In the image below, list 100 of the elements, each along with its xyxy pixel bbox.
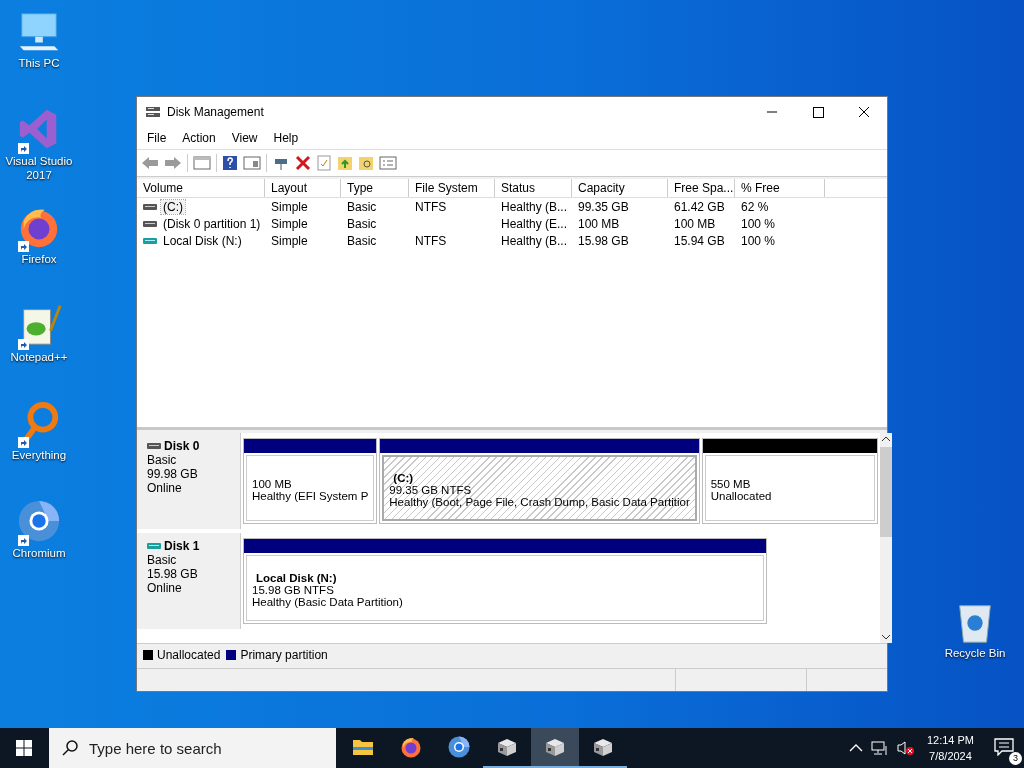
table-cell: Simple xyxy=(271,199,308,214)
menu-item[interactable]: File xyxy=(139,131,175,145)
taskbar-button[interactable] xyxy=(531,728,579,768)
network-icon[interactable] xyxy=(870,740,889,756)
icon-label: This PC xyxy=(18,56,60,70)
icon-label: Notepad++ xyxy=(10,350,68,364)
menu-item[interactable]: Action xyxy=(174,131,224,145)
table-cell: NTFS xyxy=(415,233,447,248)
menu-item[interactable]: Help xyxy=(265,131,307,145)
icon-label: Visual Studio 2017 xyxy=(4,154,74,182)
partition-block[interactable]: 550 MB Unallocated xyxy=(701,438,878,524)
checklist-icon[interactable] xyxy=(316,155,332,171)
forward-arrow-icon[interactable] xyxy=(164,155,182,171)
disk-info-panel[interactable]: Disk 0 Basic 99.98 GB Online xyxy=(137,433,241,529)
table-cell[interactable]: Local Disk (N:) xyxy=(161,233,244,248)
icon-label: Recycle Bin xyxy=(944,646,1006,660)
icon-label: Firefox xyxy=(21,252,57,266)
disk-name: Disk 1 xyxy=(164,539,200,553)
table-cell: Simple xyxy=(271,233,308,248)
partition-detail: 15.98 GB NTFS xyxy=(252,583,334,596)
partition-detail: 550 MB xyxy=(710,477,752,490)
table-cell: 100 MB xyxy=(578,216,620,231)
disk-status: Online xyxy=(147,581,183,595)
icon-label: Chromium xyxy=(12,546,66,560)
search-field[interactable]: Type here to search xyxy=(49,728,336,768)
notification-icon[interactable] xyxy=(994,737,1014,756)
drive-icon xyxy=(143,237,157,244)
table-cell: Healthy (E... xyxy=(501,216,568,231)
column-header[interactable]: Status xyxy=(495,179,572,197)
fox-globe-icon xyxy=(399,735,423,759)
column-header[interactable]: Free Spa... xyxy=(668,179,735,197)
drive-icon xyxy=(147,443,161,449)
column-header[interactable]: Type xyxy=(341,179,409,197)
window-pane-icon[interactable] xyxy=(243,155,261,171)
table-cell[interactable]: (C:) xyxy=(161,199,185,214)
partition-block[interactable]: (C:) 99.35 GB NTFS Healthy (Boot, Page File, Crash Dump, Basic Data Partitior xyxy=(379,438,700,524)
scroll-up-icon[interactable] xyxy=(880,435,891,443)
drive-icon xyxy=(147,543,161,549)
disk-type: Basic xyxy=(147,453,178,467)
table-cell: 15.98 GB xyxy=(578,233,629,248)
legend-label: Primary partition xyxy=(240,648,328,662)
chromium-icon xyxy=(16,498,62,544)
table-cell: Basic xyxy=(347,233,377,248)
desktop-icon[interactable]: Notepad++ xyxy=(0,302,78,394)
disk-drive-icon xyxy=(145,105,161,119)
chromium-icon xyxy=(447,735,471,759)
table-cell: 100 % xyxy=(741,233,776,248)
partition-detail: Healthy (EFI System P xyxy=(252,489,369,502)
column-header[interactable]: % Free xyxy=(735,179,825,197)
back-arrow-icon[interactable] xyxy=(141,155,159,171)
partition-detail: Healthy (Boot, Page File, Crash Dump, Basic Data Partitior xyxy=(389,495,690,508)
table-cell: 15.94 GB xyxy=(674,233,725,248)
table-cell: NTFS xyxy=(415,199,447,214)
icon-label: Everything xyxy=(11,448,67,462)
legend-label: Unallocated xyxy=(157,648,221,662)
column-header[interactable]: Volume xyxy=(137,179,265,197)
desktop-icon[interactable]: Firefox xyxy=(0,204,78,296)
menu-item[interactable]: View xyxy=(223,131,266,145)
partition-block[interactable]: Local Disk (N:) 15.98 GB NTFS Healthy (Basic Data Partition) xyxy=(243,538,767,624)
folder-up-icon[interactable] xyxy=(337,155,353,171)
windows-logo-icon[interactable] xyxy=(16,740,32,756)
disk-info-panel[interactable]: Disk 1 Basic 15.98 GB Online xyxy=(137,533,241,629)
partition-label: (C:) xyxy=(392,471,415,484)
table-cell: 100 % xyxy=(741,216,776,231)
table-cell: Healthy (B... xyxy=(501,199,568,214)
table-cell: Basic xyxy=(347,199,377,214)
partition-detail: Healthy (Basic Data Partition) xyxy=(252,595,404,608)
desktop-icon[interactable]: Everything xyxy=(0,400,78,492)
column-header[interactable]: Capacity xyxy=(572,179,668,197)
desktop-icon[interactable]: This PC xyxy=(0,8,78,100)
desktop-icon[interactable]: Recycle Bin xyxy=(936,600,1014,660)
chevron-up-icon[interactable] xyxy=(848,743,863,753)
partition-detail: 99.35 GB NTFS xyxy=(389,483,473,496)
desktop-icon[interactable]: Visual Studio 2017 xyxy=(0,106,78,198)
drive-icon xyxy=(143,203,157,210)
disk-name: Disk 0 xyxy=(164,439,200,453)
disk-size: 15.98 GB xyxy=(147,567,199,581)
delete-icon[interactable] xyxy=(295,155,311,171)
desktop-icon[interactable]: Chromium xyxy=(0,498,78,590)
window-title: Disk Management xyxy=(167,105,264,119)
muted-speaker-icon[interactable] xyxy=(896,740,915,756)
scroll-down-icon[interactable] xyxy=(880,633,891,641)
column-header[interactable]: File System xyxy=(409,179,495,197)
notification-count: 3 xyxy=(1009,751,1022,765)
table-cell: 99.35 GB xyxy=(578,199,629,214)
table-cell: Simple xyxy=(271,216,308,231)
column-header[interactable]: Layout xyxy=(265,179,341,197)
table-cell: Basic xyxy=(347,216,377,231)
disk-size: 99.98 GB xyxy=(147,467,199,481)
drive-icon xyxy=(143,220,157,227)
partition-block[interactable]: 100 MB Healthy (EFI System P xyxy=(243,438,378,524)
table-cell: 100 MB xyxy=(674,216,716,231)
disk-type: Basic xyxy=(147,553,178,567)
help-icon[interactable] xyxy=(222,155,238,171)
folder-search-icon[interactable] xyxy=(358,155,374,171)
table-cell[interactable]: (Disk 0 partition 1) xyxy=(161,216,263,231)
table-cell: 62 % xyxy=(741,199,769,214)
clock[interactable]: 12:14 PM 7/8/2024 xyxy=(926,732,974,764)
scrollbar[interactable] xyxy=(879,433,892,643)
table-cell: Healthy (B... xyxy=(501,233,568,248)
